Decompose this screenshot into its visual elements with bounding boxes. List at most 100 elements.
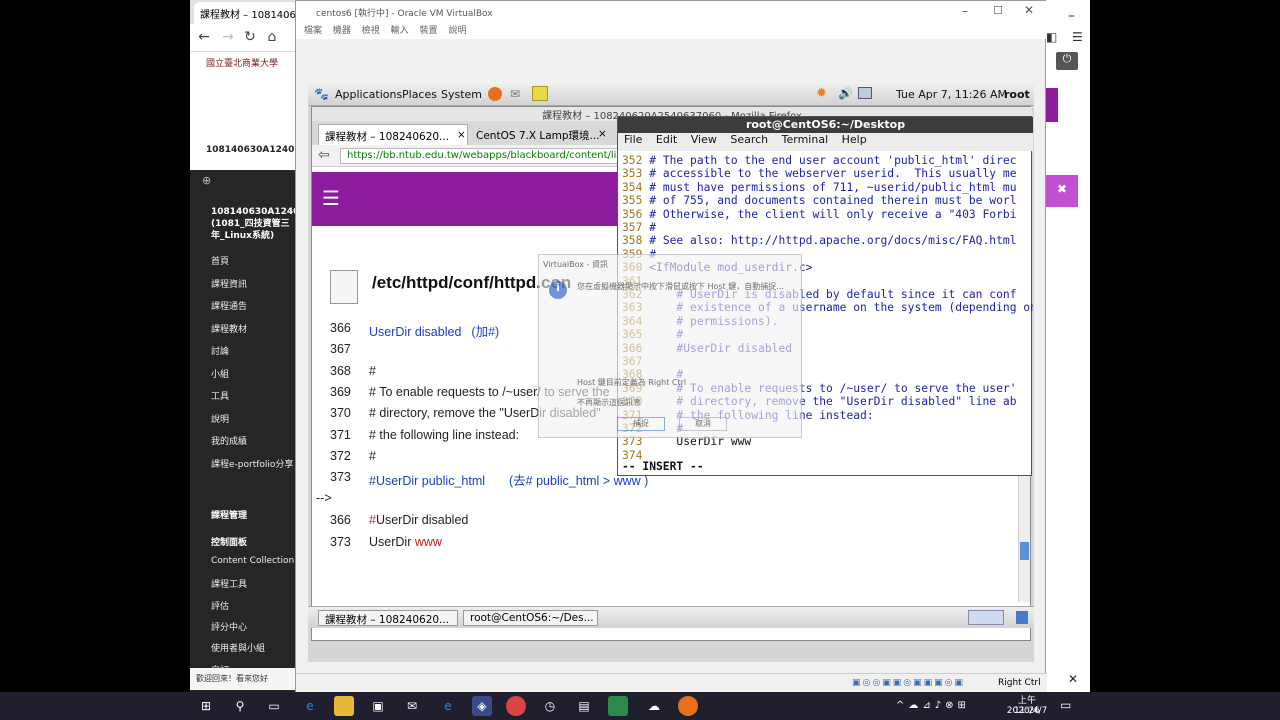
terminal-line-text: # Otherwise, the client will only receiv…: [649, 207, 1017, 221]
dialog-body: 您在虛擬機器顯示中按下滑鼠或按下 Host 鍵，自動捕捉...: [577, 282, 784, 291]
mail-launcher-icon[interactable]: ✉: [510, 87, 520, 101]
tray-icons[interactable]: ^☁⊿♪⊗⊞: [896, 700, 970, 711]
vm-display[interactable]: 🐾 Applications Places System ✉ ✹ 🔊 Tue A…: [308, 84, 1034, 662]
vbox-device-icons[interactable]: ▣◎◎▣▣◎▣▣▣◎▣: [852, 678, 965, 688]
store-icon[interactable]: ▣: [368, 696, 388, 716]
vbox-maximize-icon[interactable]: ☐: [993, 4, 1003, 17]
home-icon[interactable]: ⌂: [262, 29, 282, 47]
taskbar-date[interactable]: 2020/4/7: [1004, 706, 1050, 716]
clock[interactable]: Tue Apr 7, 11:26 AM: [896, 88, 1007, 101]
control-panel[interactable]: 控制面板: [211, 535, 247, 548]
term-menu-view[interactable]: View: [691, 133, 717, 146]
sidebar-item[interactable]: 課程資訊: [211, 277, 247, 290]
ff-scrollbar[interactable]: [1018, 472, 1030, 602]
sheet-app-icon[interactable]: [608, 696, 628, 716]
ie-icon[interactable]: e: [438, 696, 458, 716]
sidebar-item[interactable]: 課程e-portfolio分享: [211, 457, 293, 470]
sidebar-item[interactable]: 課程教材: [211, 322, 247, 335]
ff-scroll-thumb[interactable]: [1020, 542, 1029, 560]
dialog-ok-button[interactable]: 捕捉: [617, 417, 665, 431]
sidebar-item[interactable]: 小組: [211, 367, 229, 380]
virtualbox-window: centos6 [執行中] - Oracle VM VirtualBox – ☐…: [295, 0, 1047, 693]
sidebar-item[interactable]: 首頁: [211, 254, 229, 267]
volume-icon[interactable]: 🔊: [838, 86, 853, 100]
power-icon[interactable]: ⏻: [1056, 52, 1078, 70]
sidebar-item[interactable]: 工具: [211, 389, 229, 402]
vbox-menu-machine[interactable]: 機器: [333, 26, 351, 36]
mail-icon[interactable]: ✉: [402, 696, 422, 716]
menu-system[interactable]: System: [441, 88, 482, 101]
term-menu-help[interactable]: Help: [842, 133, 867, 146]
vbox-minimize-icon[interactable]: –: [962, 4, 968, 18]
code-line-text: # the following line instead:: [369, 427, 520, 442]
start-icon[interactable]: ⊞: [196, 696, 216, 716]
control-panel-item[interactable]: Content Collection: [211, 556, 294, 566]
user-name[interactable]: root: [1004, 88, 1030, 101]
notification-icon[interactable]: ▭: [1060, 698, 1071, 712]
sidebar-course-title[interactable]: 108140630A124063 (1081_四技資管三年_Linux系統): [211, 206, 312, 242]
terminal-line: 358 # See also: http://httpd.apache.org/…: [622, 234, 1017, 247]
trash-icon[interactable]: [1016, 611, 1028, 624]
terminal-line: 356 # Otherwise, the client will only re…: [622, 208, 1017, 221]
vbox-menu-file[interactable]: 檔案: [304, 26, 322, 36]
ff-tab-active[interactable]: 課程教材 – 108240620... ×: [318, 124, 468, 145]
after-line-366: #UserDir disabled: [369, 513, 468, 527]
firefox-app-icon[interactable]: [678, 696, 698, 716]
vbox-menu-devices[interactable]: 裝置: [420, 26, 438, 36]
ff-tab-2[interactable]: CentOS 7.X Lamp環境... ×: [470, 124, 610, 145]
dialog-cancel-button[interactable]: 取消: [679, 417, 727, 431]
cloud-app-icon[interactable]: ☁: [644, 696, 664, 716]
clock-app-icon[interactable]: ◷: [540, 696, 560, 716]
host-tab[interactable]: 課程教材 – 108140630A...: [194, 2, 298, 24]
vbox-close-icon[interactable]: ✕: [1024, 3, 1034, 17]
term-menu-edit[interactable]: Edit: [656, 133, 677, 146]
hamburger-icon[interactable]: ☰: [322, 186, 340, 210]
menu-places[interactable]: Places: [402, 88, 437, 101]
forward-icon[interactable]: →: [218, 29, 238, 47]
firefox-launcher-icon[interactable]: [488, 87, 502, 101]
gnome-top-panel: 🐾 Applications Places System ✉ ✹ 🔊 Tue A…: [308, 84, 1034, 106]
vbox-menu-help[interactable]: 說明: [448, 26, 466, 36]
vbox-menu: 檔案 機器 檢視 輸入 裝置 說明: [296, 23, 1047, 39]
edge-icon[interactable]: e: [300, 696, 320, 716]
vbox-menu-input[interactable]: 輸入: [391, 26, 409, 36]
dialog-checkbox[interactable]: 不再顯示這個訊息: [577, 397, 641, 408]
ff-tab2-close-icon[interactable]: ×: [598, 128, 607, 140]
sidebar-item[interactable]: 討論: [211, 344, 229, 357]
task-terminal[interactable]: root@CentOS6:~/Des...: [463, 610, 598, 626]
network-icon[interactable]: [858, 87, 872, 99]
term-menu-search[interactable]: Search: [730, 133, 768, 146]
search-icon[interactable]: ⚲: [230, 696, 250, 716]
close-status-icon[interactable]: ✕: [1068, 672, 1078, 686]
minimize-icon[interactable]: –: [1068, 8, 1075, 24]
chrome-icon[interactable]: [506, 696, 526, 716]
task-view-icon[interactable]: ▭: [264, 696, 284, 716]
control-panel-item[interactable]: 評估: [211, 599, 229, 612]
sidebar-item[interactable]: 說明: [211, 412, 229, 425]
workspace-switcher[interactable]: [968, 610, 1004, 625]
menu-applications[interactable]: Applications: [335, 88, 402, 101]
explorer-icon[interactable]: [334, 696, 354, 716]
control-panel-item[interactable]: 使用者與小組: [211, 641, 265, 654]
term-menu-file[interactable]: File: [624, 133, 642, 146]
add-icon[interactable]: ⊕: [202, 174, 211, 187]
sidebar-item[interactable]: 我的成績: [211, 434, 247, 447]
terminal-app-icon[interactable]: ▤: [574, 696, 594, 716]
vbox-menu-view[interactable]: 檢視: [362, 26, 380, 36]
term-menu-terminal[interactable]: Terminal: [782, 133, 829, 146]
control-panel-item[interactable]: 課程工具: [211, 577, 247, 590]
notes-launcher-icon[interactable]: [532, 86, 548, 101]
ff-tab-close-icon[interactable]: ×: [457, 129, 466, 141]
ff-back-icon[interactable]: ⇦: [318, 147, 330, 163]
close-banner-icon[interactable]: ✖: [1046, 175, 1078, 207]
task-firefox[interactable]: 課程教材 – 108240620...: [318, 610, 458, 626]
reload-icon[interactable]: ↻: [240, 29, 260, 47]
back-icon[interactable]: ←: [194, 29, 214, 47]
code-line-text: #UserDir public_html: [369, 474, 486, 489]
menu-icon[interactable]: ☰: [1072, 30, 1083, 44]
update-icon[interactable]: ✹: [816, 86, 827, 101]
control-panel-item[interactable]: 評分中心: [211, 620, 247, 633]
virtualbox-icon[interactable]: ◈: [472, 696, 492, 716]
sidebar-toggle-icon[interactable]: ◧: [1046, 30, 1057, 44]
sidebar-item[interactable]: 課程通告: [211, 299, 247, 312]
